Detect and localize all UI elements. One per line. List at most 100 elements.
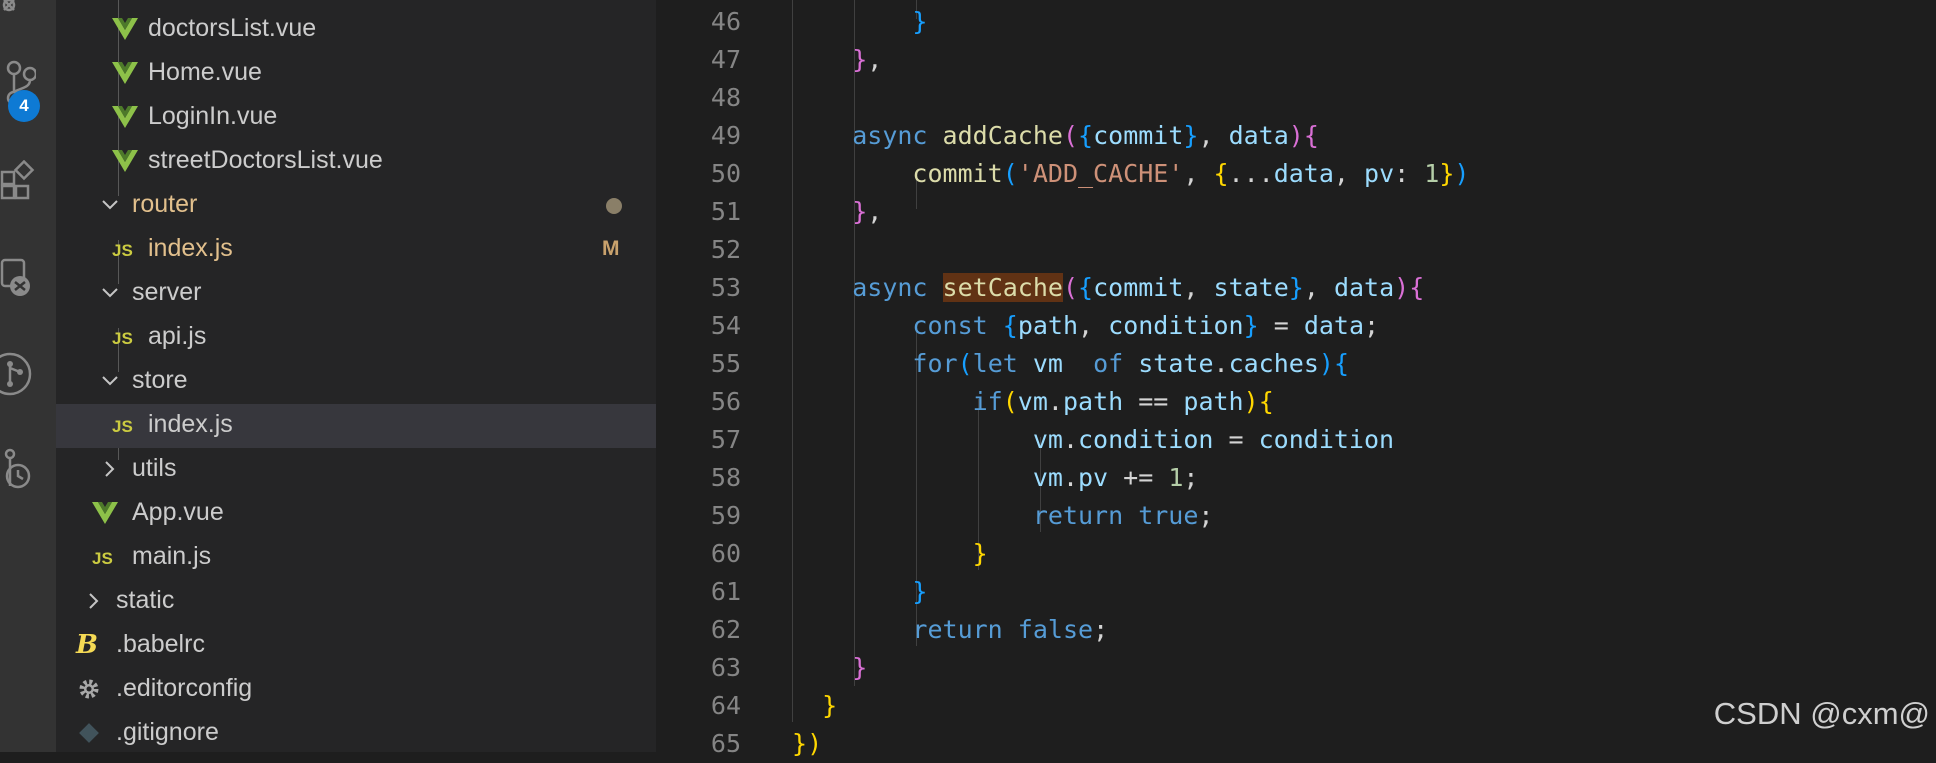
explorer-item-label: router <box>132 190 198 218</box>
explorer-item-label: utils <box>132 454 177 482</box>
explorer-item-label: streetDoctorsList.vue <box>148 146 383 174</box>
code-editor[interactable]: 46 } 47 }, 48 49 async addCache({commit}, d… <box>656 0 1936 758</box>
line-number: 64 <box>710 691 741 720</box>
explorer-item-label: .gitignore <box>116 718 219 746</box>
vue-icon <box>112 62 138 84</box>
explorer-item[interactable]: JS api.js <box>56 316 656 360</box>
activity-bar: 4 <box>0 0 56 752</box>
explorer-item[interactable]: JS main.js <box>56 536 656 580</box>
code-line[interactable]: }, <box>792 41 882 79</box>
explorer-item[interactable]: utils <box>56 448 656 492</box>
chevron-down-icon <box>102 376 118 386</box>
remote-explorer-icon[interactable] <box>0 254 36 298</box>
gear-icon <box>79 679 99 699</box>
js-icon: JS <box>112 241 133 260</box>
line-number: 51 <box>710 197 741 226</box>
explorer-item[interactable]: B .babelrc <box>56 624 656 668</box>
code-line[interactable]: commit('ADD_CACHE', {...data, pv: 1}) <box>792 155 1469 193</box>
vue-icon <box>112 150 138 172</box>
code-line[interactable]: } <box>792 535 988 573</box>
explorer-item[interactable]: LoginIn.vue <box>56 96 656 140</box>
explorer-item-label: main.js <box>132 542 212 570</box>
git-icon <box>79 723 99 743</box>
explorer-item[interactable]: doctorsList.vue <box>56 8 656 52</box>
line-number: 55 <box>710 349 741 378</box>
explorer-item[interactable]: JS index.js M <box>56 228 656 272</box>
code-line[interactable]: if(vm.path == path){ <box>792 383 1274 421</box>
code-line[interactable]: } <box>792 573 927 611</box>
explorer-item-label: store <box>132 366 188 394</box>
line-number: 47 <box>710 45 741 74</box>
code-line[interactable]: }, <box>792 193 882 231</box>
line-number: 46 <box>710 7 741 36</box>
chevron-right-icon <box>105 461 115 477</box>
code-line[interactable]: async setCache({commit, state}, data){ <box>792 269 1424 307</box>
explorer-item[interactable]: .editorconfig <box>56 668 656 712</box>
line-number: 49 <box>710 121 741 150</box>
line-number: 53 <box>710 273 741 302</box>
explorer-sidebar: doctorsList.vue Home.vue LoginIn.vue street… <box>56 0 656 752</box>
code-line[interactable]: } <box>792 687 837 725</box>
explorer-item[interactable]: JS index.js <box>56 404 656 448</box>
explorer-item-label: LoginIn.vue <box>148 102 278 130</box>
code-line[interactable]: }) <box>792 725 822 763</box>
js-icon: JS <box>112 329 133 348</box>
explorer-item[interactable]: streetDoctorsList.vue <box>56 140 656 184</box>
line-number: 60 <box>710 539 741 568</box>
line-number: 48 <box>710 83 741 112</box>
line-number: 58 <box>710 463 741 492</box>
scm-badge: 4 <box>8 90 40 122</box>
line-number: 59 <box>710 501 741 530</box>
line-number: 52 <box>710 235 741 264</box>
code-line[interactable]: for(let vm of state.caches){ <box>792 345 1349 383</box>
explorer-item-label: .editorconfig <box>116 674 253 702</box>
git-graph-icon[interactable] <box>0 348 36 396</box>
js-icon: JS <box>92 549 113 568</box>
explorer-item-label: server <box>132 278 202 306</box>
code-line[interactable]: return true; <box>792 497 1214 535</box>
code-line[interactable]: vm.condition = condition <box>792 421 1394 459</box>
babel-icon: B <box>76 630 98 660</box>
explorer-item[interactable]: store <box>56 360 656 404</box>
explorer-item-label: Home.vue <box>148 58 262 86</box>
git-history-icon[interactable] <box>0 446 36 490</box>
line-number: 54 <box>710 311 741 340</box>
line-number: 63 <box>710 653 741 682</box>
explorer-item[interactable]: App.vue <box>56 492 656 536</box>
line-number: 57 <box>710 425 741 454</box>
explorer-item-label: App.vue <box>132 498 224 526</box>
extensions-icon[interactable] <box>0 160 36 204</box>
code-line[interactable]: } <box>792 3 927 41</box>
explorer-item[interactable]: static <box>56 580 656 624</box>
explorer-item-label: .babelrc <box>116 630 205 658</box>
vue-icon <box>92 502 118 524</box>
explorer-item[interactable]: router <box>56 184 656 228</box>
modified-dot-icon <box>606 198 622 214</box>
line-number: 62 <box>710 615 741 644</box>
explorer-item-label: index.js <box>148 234 233 262</box>
chevron-right-icon <box>89 593 99 609</box>
chevron-down-icon <box>102 288 118 298</box>
line-number: 56 <box>710 387 741 416</box>
code-line[interactable]: vm.pv += 1; <box>792 459 1199 497</box>
vue-icon <box>112 106 138 128</box>
line-number: 65 <box>710 729 741 758</box>
js-icon: JS <box>112 417 133 436</box>
watermark: CSDN @cxm@ <box>1713 696 1930 731</box>
code-line[interactable]: async addCache({commit}, data){ <box>792 117 1319 155</box>
line-number: 61 <box>710 577 741 606</box>
explorer-item[interactable]: .gitignore <box>56 712 656 756</box>
line-number: 50 <box>710 159 741 188</box>
code-line[interactable]: const {path, condition} = data; <box>792 307 1379 345</box>
vue-icon <box>112 18 138 40</box>
git-status-badge: M <box>602 237 620 260</box>
explorer-item[interactable]: server <box>56 272 656 316</box>
chevron-down-icon <box>102 200 118 210</box>
code-line[interactable]: return false; <box>792 611 1108 649</box>
explorer-item-label: api.js <box>148 322 207 350</box>
explorer-item[interactable]: Home.vue <box>56 52 656 96</box>
explorer-item-label: index.js <box>148 410 233 438</box>
debug-icon[interactable] <box>0 0 36 30</box>
code-line[interactable]: } <box>792 649 867 687</box>
explorer-item-label: doctorsList.vue <box>148 14 317 42</box>
